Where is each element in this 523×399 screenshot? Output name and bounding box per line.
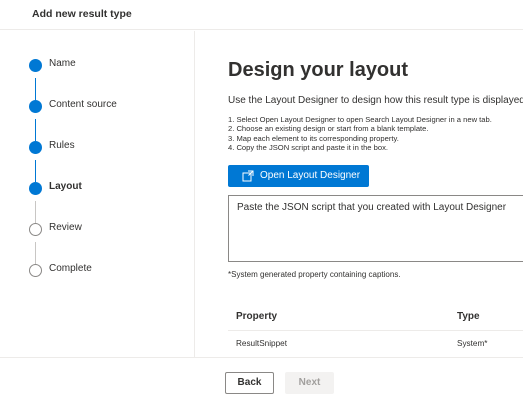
step-connector — [35, 78, 36, 100]
table-row: ResultSnippet System* — [228, 331, 523, 357]
step-pending-icon — [29, 264, 42, 277]
type-cell: System* — [457, 339, 488, 348]
step-complete-icon — [29, 100, 42, 113]
intro-description: Use the Layout Designer to design how th… — [228, 95, 523, 106]
wizard-steps: Name Content source Rules Layout Review … — [0, 31, 195, 357]
instructions-list: 1. Select Open Layout Designer to open S… — [228, 115, 492, 153]
open-layout-designer-label: Open Layout Designer — [260, 170, 361, 181]
column-header-type: Type — [457, 311, 480, 322]
page-title: Design your layout — [228, 59, 409, 81]
intro-text: Use the Layout Designer to design how th… — [228, 95, 523, 106]
step-label: Complete — [49, 263, 92, 274]
footnote: *System generated property containing ca… — [228, 270, 401, 279]
panel-header: Add new result type — [0, 0, 523, 30]
instruction-item: 3. Map each element to its corresponding… — [228, 133, 399, 143]
step-label: Name — [49, 58, 76, 69]
open-in-new-window-icon — [242, 170, 254, 182]
json-script-input[interactable]: Paste the JSON script that you created w… — [228, 195, 523, 262]
step-label: Layout — [49, 181, 82, 192]
panel-footer: Back Next — [0, 357, 523, 399]
step-complete-icon — [29, 59, 42, 72]
next-button: Next — [285, 372, 334, 394]
panel-title: Add new result type — [32, 8, 132, 20]
step-connector — [35, 119, 36, 141]
column-header-property: Property — [236, 311, 278, 322]
back-button[interactable]: Back — [225, 372, 274, 394]
instruction-item: 2. Choose an existing design or start fr… — [228, 124, 429, 134]
step-connector — [35, 201, 36, 223]
step-label: Content source — [49, 99, 117, 110]
open-layout-designer-button[interactable]: Open Layout Designer — [228, 165, 369, 187]
step-pending-icon — [29, 223, 42, 236]
step-complete-icon — [29, 141, 42, 154]
instruction-item: 4. Copy the JSON script and paste it in … — [228, 143, 388, 153]
step-connector — [35, 160, 36, 182]
step-label: Review — [49, 222, 82, 233]
step-current-icon — [29, 182, 42, 195]
step-connector — [35, 242, 36, 264]
property-cell: ResultSnippet — [236, 339, 287, 348]
main-content: Design your layout Use the Layout Design… — [196, 31, 523, 357]
step-label: Rules — [49, 140, 75, 151]
property-table-header: Property Type — [228, 303, 523, 331]
instruction-item: 1. Select Open Layout Designer to open S… — [228, 115, 492, 124]
